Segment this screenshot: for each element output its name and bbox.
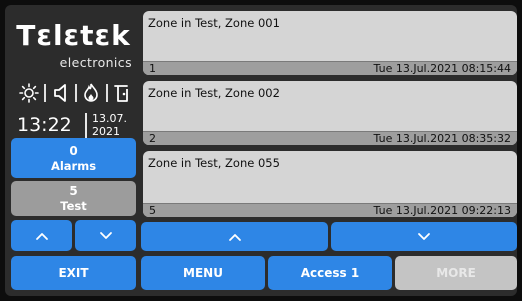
exit-label: EXIT (58, 266, 89, 280)
test-button[interactable]: 5 Test (11, 181, 136, 216)
event-text: Zone in Test, Zone 001 (148, 16, 280, 30)
event-card[interactable]: Zone in Test, Zone 055 5 Tue 13.Jul.2021… (143, 151, 517, 217)
alarms-label: Alarms (50, 158, 97, 173)
icon-divider (74, 84, 77, 102)
counters-up-button[interactable] (11, 220, 72, 251)
access-label: Access 1 (300, 266, 360, 280)
brand-logo: Tεlεtεk (16, 19, 131, 52)
chevron-down-icon (418, 232, 430, 240)
event-timestamp: Tue 13.Jul.2021 09:22:13 (373, 204, 511, 217)
chevron-up-icon (228, 233, 241, 241)
chevron-up-icon (35, 232, 48, 240)
counters-down-button[interactable] (75, 220, 136, 251)
event-index: 1 (149, 62, 156, 75)
brand-subtitle: electronics (59, 55, 132, 70)
icon-divider (105, 84, 108, 102)
test-label: Test (60, 199, 87, 213)
speaker-icon (52, 83, 70, 103)
menu-button[interactable]: MENU (141, 256, 265, 290)
event-index: 2 (149, 132, 156, 145)
event-footer: 5 Tue 13.Jul.2021 09:22:13 (143, 203, 517, 217)
events-down-button[interactable] (331, 222, 517, 251)
test-count: 5 (69, 184, 78, 198)
event-footer: 2 Tue 13.Jul.2021 08:35:32 (143, 131, 517, 145)
door-icon (113, 83, 131, 103)
access-level-button[interactable]: Access 1 (268, 256, 392, 290)
clock-date: 13.07. (92, 112, 127, 125)
event-card[interactable]: Zone in Test, Zone 001 1 Tue 13.Jul.2021… (143, 11, 517, 75)
status-icons (19, 81, 131, 105)
clock-time: 13:22 (17, 114, 72, 136)
events-up-button[interactable] (141, 222, 328, 251)
event-timestamp: Tue 13.Jul.2021 08:15:44 (373, 62, 511, 75)
event-card[interactable]: Zone in Test, Zone 002 2 Tue 13.Jul.2021… (143, 81, 517, 145)
more-label: MORE (436, 266, 476, 280)
more-button[interactable]: MORE (395, 256, 517, 290)
fire-icon (82, 83, 100, 103)
chevron-down-icon (99, 231, 112, 239)
exit-button[interactable]: EXIT (11, 256, 136, 290)
icon-divider (44, 84, 47, 102)
menu-label: MENU (183, 266, 223, 280)
event-index: 5 (149, 204, 156, 217)
alarms-button[interactable]: 0 Alarms (11, 138, 136, 178)
event-footer: 1 Tue 13.Jul.2021 08:15:44 (143, 61, 517, 75)
event-timestamp: Tue 13.Jul.2021 08:35:32 (373, 132, 511, 145)
clock-divider (85, 113, 87, 139)
clock-year: 2021 (92, 125, 120, 138)
event-text: Zone in Test, Zone 055 (148, 156, 280, 170)
alarms-count: 0 (69, 143, 78, 158)
event-text: Zone in Test, Zone 002 (148, 86, 280, 100)
sun-icon (19, 83, 39, 103)
